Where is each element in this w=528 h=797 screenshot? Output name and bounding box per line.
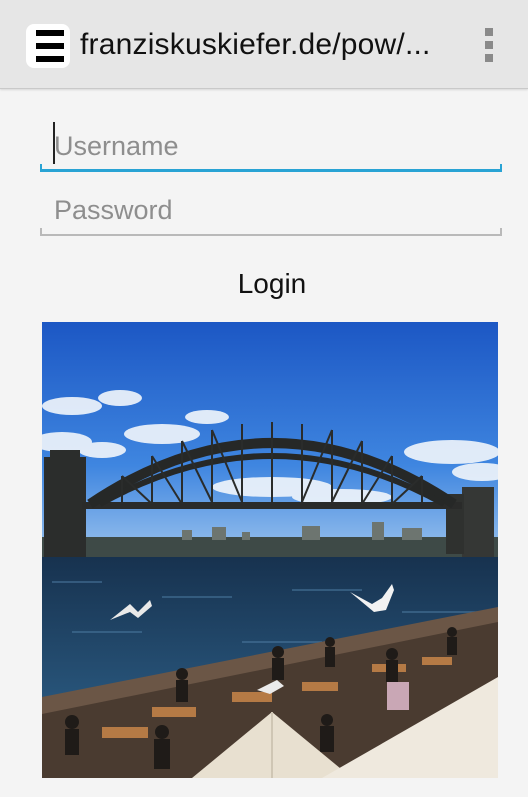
- underline-tick: [500, 228, 502, 236]
- overflow-menu-icon[interactable]: [478, 26, 500, 64]
- url-display[interactable]: franziskuskiefer.de/pow/...: [80, 28, 440, 62]
- browser-toolbar: franziskuskiefer.de/pow/...: [0, 0, 528, 89]
- list-icon-gap: [29, 30, 36, 36]
- password-input[interactable]: [40, 184, 502, 236]
- list-icon-gap: [29, 43, 36, 49]
- list-icon[interactable]: [26, 24, 70, 68]
- menu-dot: [485, 54, 493, 62]
- password-underline: [40, 234, 502, 236]
- login-button[interactable]: Login: [180, 260, 364, 308]
- underline-tick: [500, 164, 502, 172]
- password-field[interactable]: [40, 184, 502, 236]
- menu-dot: [485, 28, 493, 36]
- menu-dot: [485, 41, 493, 49]
- harbour-bridge-photo: [42, 322, 498, 778]
- username-field[interactable]: [40, 120, 502, 172]
- photo-illustration: [42, 322, 498, 778]
- username-underline: [40, 169, 502, 172]
- underline-tick: [40, 164, 42, 172]
- username-input[interactable]: [40, 120, 502, 172]
- list-icon-gap: [29, 56, 36, 62]
- list-icon-line: [32, 56, 64, 62]
- list-icon-line: [32, 30, 64, 36]
- list-icon-line: [32, 43, 64, 49]
- underline-tick: [40, 228, 42, 236]
- text-caret: [53, 122, 55, 164]
